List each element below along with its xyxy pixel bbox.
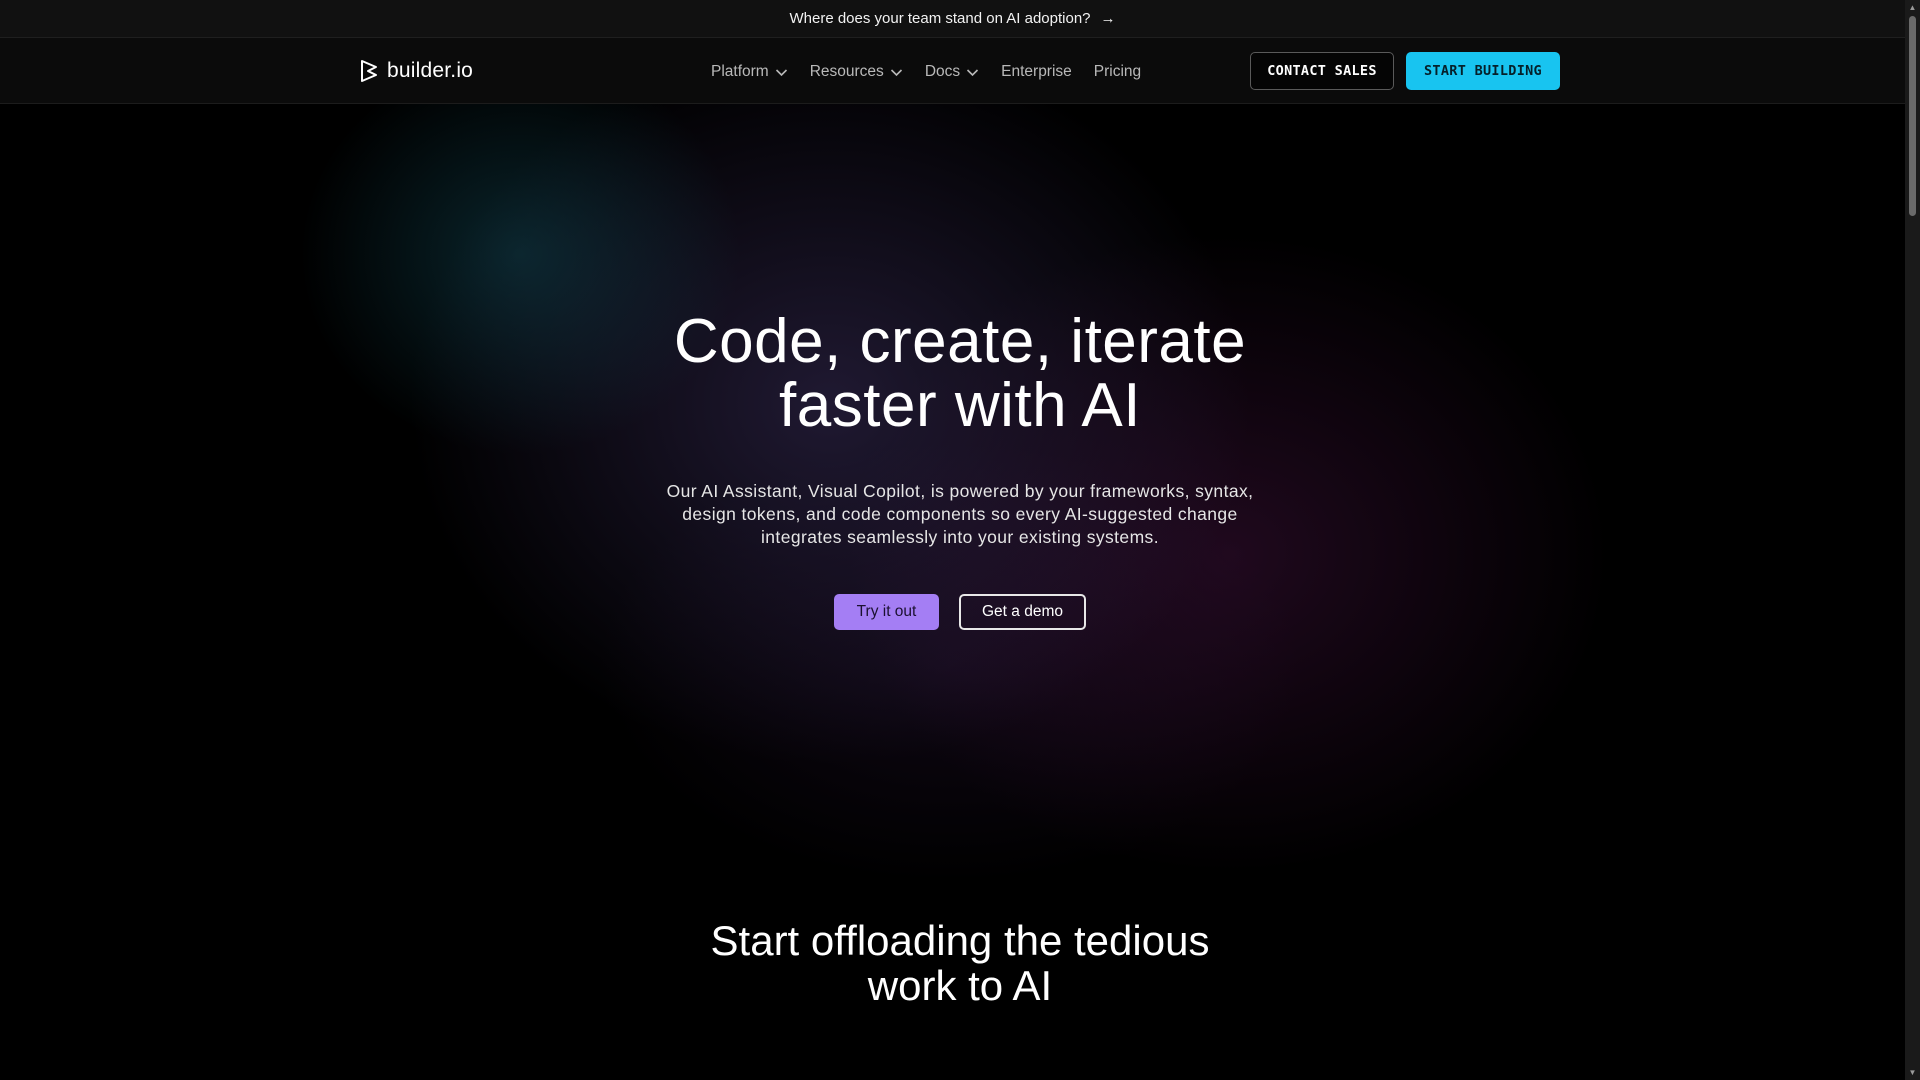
hero-title-line: Code, create, iterate bbox=[673, 307, 1247, 376]
scrollbar-thumb[interactable] bbox=[1909, 16, 1916, 216]
menu-item-pricing[interactable]: Pricing bbox=[1094, 63, 1141, 81]
menu-item-label: Platform bbox=[711, 63, 769, 80]
start-building-button[interactable]: START BUILDING bbox=[1406, 52, 1560, 90]
chevron-down-icon bbox=[775, 68, 787, 76]
get-a-demo-button[interactable]: Get a demo bbox=[959, 594, 1086, 630]
builder-logo-icon bbox=[361, 60, 377, 82]
menu-item-label: Docs bbox=[924, 63, 961, 80]
announcement-bar[interactable]: Where does your team stand on AI adoptio… bbox=[0, 0, 1905, 38]
hero-subtitle-line: integrates seamlessly into your existing… bbox=[761, 527, 1159, 547]
logo[interactable]: builder.io bbox=[359, 58, 473, 84]
page-scrollbar[interactable]: ▲ ▼ bbox=[1905, 0, 1920, 1080]
menu-item-label: Resources bbox=[809, 63, 884, 80]
contact-sales-button[interactable]: CONTACT SALES bbox=[1250, 52, 1394, 90]
hero-title: Code, create, iterate faster with AI bbox=[560, 310, 1360, 438]
main-menu: Platform Resources Docs Enterprise Prici… bbox=[711, 60, 1141, 84]
hero-subtitle-line: design tokens, and code components so ev… bbox=[682, 504, 1238, 524]
menu-item-enterprise[interactable]: Enterprise bbox=[1001, 63, 1072, 81]
hero-subtitle: Our AI Assistant, Visual Copilot, is pow… bbox=[640, 480, 1280, 549]
chevron-down-icon bbox=[967, 68, 979, 76]
top-navigation: builder.io Platform Resources Docs Enter… bbox=[0, 38, 1905, 104]
section-title-line: Start offloading the tedious bbox=[710, 917, 1210, 964]
chevron-down-icon bbox=[890, 68, 902, 76]
hero-title-line: faster with AI bbox=[779, 371, 1141, 440]
section-title: Start offloading the tedious work to AI bbox=[610, 918, 1310, 1008]
scroll-up-icon[interactable]: ▲ bbox=[1908, 3, 1917, 12]
logo-text: builder.io bbox=[387, 59, 474, 82]
menu-item-platform[interactable]: Platform bbox=[711, 63, 788, 81]
menu-item-label: Pricing bbox=[1093, 63, 1142, 80]
menu-item-label: Enterprise bbox=[1001, 63, 1072, 80]
section-title-line: work to AI bbox=[867, 962, 1053, 1009]
arrow-right-icon[interactable]: → bbox=[1101, 10, 1116, 27]
scroll-down-icon[interactable]: ▼ bbox=[1908, 1068, 1917, 1077]
announcement-text[interactable]: Where does your team stand on AI adoptio… bbox=[789, 10, 1090, 27]
menu-item-docs[interactable]: Docs bbox=[925, 63, 979, 81]
menu-item-resources[interactable]: Resources bbox=[810, 63, 903, 81]
try-it-out-button[interactable]: Try it out bbox=[834, 594, 939, 630]
hero-subtitle-line: Our AI Assistant, Visual Copilot, is pow… bbox=[666, 481, 1254, 501]
